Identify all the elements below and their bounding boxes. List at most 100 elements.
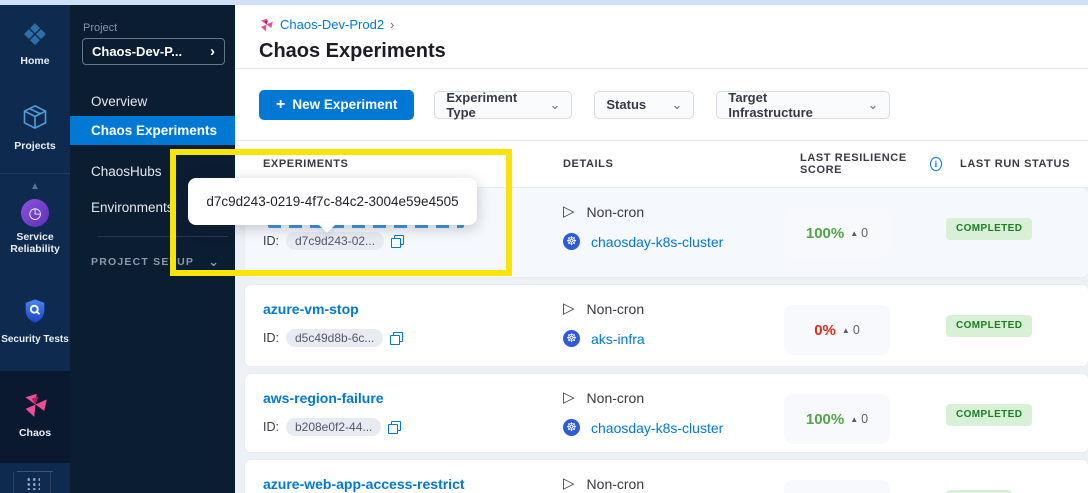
table-row[interactable]: azure-vm-stop ID: d5c49d8b-6c... ▷ Non-c… <box>245 285 1088 366</box>
project-setup-toggle[interactable]: PROJECT SETUP ⌄ <box>91 254 221 270</box>
projects-cube-icon <box>0 103 70 136</box>
infrastructure-link[interactable]: chaosday-k8s-cluster <box>591 420 723 436</box>
sidebar-item-overview[interactable]: Overview <box>70 87 235 116</box>
resilience-score-box <box>784 480 890 493</box>
filter-target-infrastructure[interactable]: Target Infrastructure ⌄ <box>716 91 890 119</box>
last-run-status-cell: COMPLETED <box>942 188 1088 240</box>
rail-divider <box>0 173 70 174</box>
chevron-right-icon: › <box>390 17 394 32</box>
play-icon: ▷ <box>563 390 575 406</box>
infrastructure-link[interactable]: chaosday-k8s-cluster <box>591 234 723 250</box>
module-rail: ❖ Home Projects ▲ ◷ Service Reliability … <box>0 5 70 493</box>
copy-icon[interactable] <box>388 421 401 434</box>
column-header-last-run-status: LAST RUN STATUS <box>942 158 1088 170</box>
infrastructure-line: ☸ chaosday-k8s-cluster <box>563 233 782 250</box>
experiment-name-cell: aws-region-failure ID: b208e0f2-44... <box>245 374 545 436</box>
last-run-status-cell: COMPLETED <box>942 374 1088 426</box>
infrastructure-link[interactable]: aks-infra <box>591 331 645 347</box>
status-badge: COMPLETED <box>946 404 1032 426</box>
experiment-details-cell: ▷ Non-cron ☸ chaosday-k8s-cluster <box>545 188 782 250</box>
breadcrumb: Chaos-Dev-Prod2 › <box>259 17 1088 32</box>
id-tooltip-text: d7c9d243-0219-4f7c-84c2-3004e59e4505 <box>206 194 458 209</box>
experiment-id-line: ID: d7c9d243-02... <box>263 232 545 250</box>
sidebar-item-chaos-experiments[interactable]: Chaos Experiments <box>70 116 235 145</box>
table-row[interactable]: aws-region-failure ID: b208e0f2-44... ▷ … <box>245 374 1088 452</box>
score-delta: ▲ 0 <box>850 412 868 426</box>
experiment-id-chip: d7c9d243-02... <box>286 232 384 250</box>
chevron-down-icon: ⌄ <box>549 97 560 113</box>
table-row[interactable]: azure-web-app-access-restrict ▷ Non-cron <box>245 460 1088 493</box>
experiment-name-link[interactable]: azure-web-app-access-restrict <box>263 476 545 493</box>
kubernetes-icon: ☸ <box>563 330 580 347</box>
kubernetes-icon: ☸ <box>563 233 580 250</box>
delta-up-icon: ▲ <box>850 415 858 424</box>
play-icon: ▷ <box>563 204 575 220</box>
copy-icon[interactable] <box>390 332 403 345</box>
experiment-id-line: ID: d5c49d8b-6c... <box>263 329 545 347</box>
experiment-name-cell: azure-web-app-access-restrict <box>245 460 545 493</box>
grid-dots-icon <box>25 476 40 490</box>
tooltip-arrow <box>317 223 337 233</box>
delta-up-icon: ▲ <box>842 326 850 335</box>
id-prefix-label: ID: <box>263 420 279 434</box>
status-badge: COMPLETED <box>946 315 1032 337</box>
resilience-score-cell: 100% ▲ 0 <box>782 374 942 444</box>
rail-item-projects[interactable]: Projects <box>0 103 70 152</box>
id-tooltip: d7c9d243-0219-4f7c-84c2-3004e59e4505 <box>188 178 477 225</box>
rail-item-service-reliability[interactable]: ◷ Service Reliability <box>0 199 70 255</box>
module-picker-button[interactable] <box>13 472 51 493</box>
column-header-experiments: EXPERIMENTS <box>245 158 545 170</box>
experiment-details-cell: ▷ Non-cron ☸ chaosday-k8s-cluster <box>545 374 782 436</box>
home-icon: ❖ <box>0 21 70 51</box>
rail-item-security-tests[interactable]: Security Tests <box>0 297 70 346</box>
last-run-status-cell: COMPLETED <box>942 285 1088 337</box>
project-sidebar: Project Chaos-Dev-P... › Overview Chaos … <box>70 5 235 493</box>
experiment-details-cell: ▷ Non-cron <box>545 460 782 492</box>
resilience-score-box: 100% ▲ 0 <box>784 394 890 444</box>
page-title: Chaos Experiments <box>259 40 1088 63</box>
chevron-down-icon: ⌄ <box>208 254 219 270</box>
schedule-label: Non-cron <box>587 204 645 220</box>
resilience-score-box: 0% ▲ 0 <box>784 305 890 355</box>
rail-item-home[interactable]: ❖ Home <box>0 21 70 67</box>
breadcrumb-project-link[interactable]: Chaos-Dev-Prod2 <box>280 17 384 32</box>
filter-experiment-type[interactable]: Experiment Type ⌄ <box>434 91 572 119</box>
id-prefix-label: ID: <box>263 331 279 345</box>
toolbar: + New Experiment Experiment Type ⌄ Statu… <box>235 69 1088 140</box>
chevron-right-icon: › <box>210 44 215 59</box>
experiment-name-cell: azure-vm-stop ID: d5c49d8b-6c... <box>245 285 545 347</box>
copy-icon[interactable] <box>391 235 404 248</box>
play-icon: ▷ <box>563 476 575 492</box>
security-tests-shield-icon <box>0 297 70 330</box>
chaos-pinwheel-icon <box>0 391 70 423</box>
kubernetes-icon: ☸ <box>563 419 580 436</box>
delta-up-icon: ▲ <box>850 229 858 238</box>
new-experiment-button[interactable]: + New Experiment <box>259 90 414 120</box>
resilience-score-value: 100% <box>806 225 844 242</box>
plus-icon: + <box>276 96 285 114</box>
experiment-details-cell: ▷ Non-cron ☸ aks-infra <box>545 285 782 347</box>
resilience-score-cell: 0% ▲ 0 <box>782 285 942 355</box>
scroll-up-triangle-icon[interactable]: ▲ <box>0 181 70 192</box>
experiment-rows: ID: d7c9d243-02... ▷ Non-cron ☸ chaosday… <box>235 188 1088 493</box>
resilience-score-cell: 100% ▲ 0 <box>782 188 942 258</box>
experiment-name-link[interactable]: aws-region-failure <box>263 390 545 410</box>
chaos-breadcrumb-icon <box>259 17 274 32</box>
status-badge: COMPLETED <box>946 218 1032 240</box>
experiment-name-link[interactable]: azure-vm-stop <box>263 301 545 321</box>
rail-item-chaos[interactable]: Chaos <box>0 391 70 439</box>
service-reliability-icon: ◷ <box>21 199 49 227</box>
resilience-score-cell <box>782 460 942 493</box>
infrastructure-line: ☸ aks-infra <box>563 330 782 347</box>
chevron-down-icon: ⌄ <box>671 97 682 113</box>
filter-status[interactable]: Status ⌄ <box>594 91 694 119</box>
experiment-id-chip: d5c49d8b-6c... <box>286 329 383 347</box>
info-icon[interactable]: i <box>930 157 942 171</box>
rail-active-section: Chaos <box>0 371 70 463</box>
project-selector[interactable]: Chaos-Dev-P... › <box>82 38 225 65</box>
schedule-label: Non-cron <box>587 390 645 406</box>
experiment-id-line: ID: b208e0f2-44... <box>263 418 545 436</box>
schedule-label: Non-cron <box>587 301 645 317</box>
score-delta: ▲ 0 <box>842 323 860 337</box>
main-content: Chaos-Dev-Prod2 › Chaos Experiments + Ne… <box>235 5 1088 493</box>
